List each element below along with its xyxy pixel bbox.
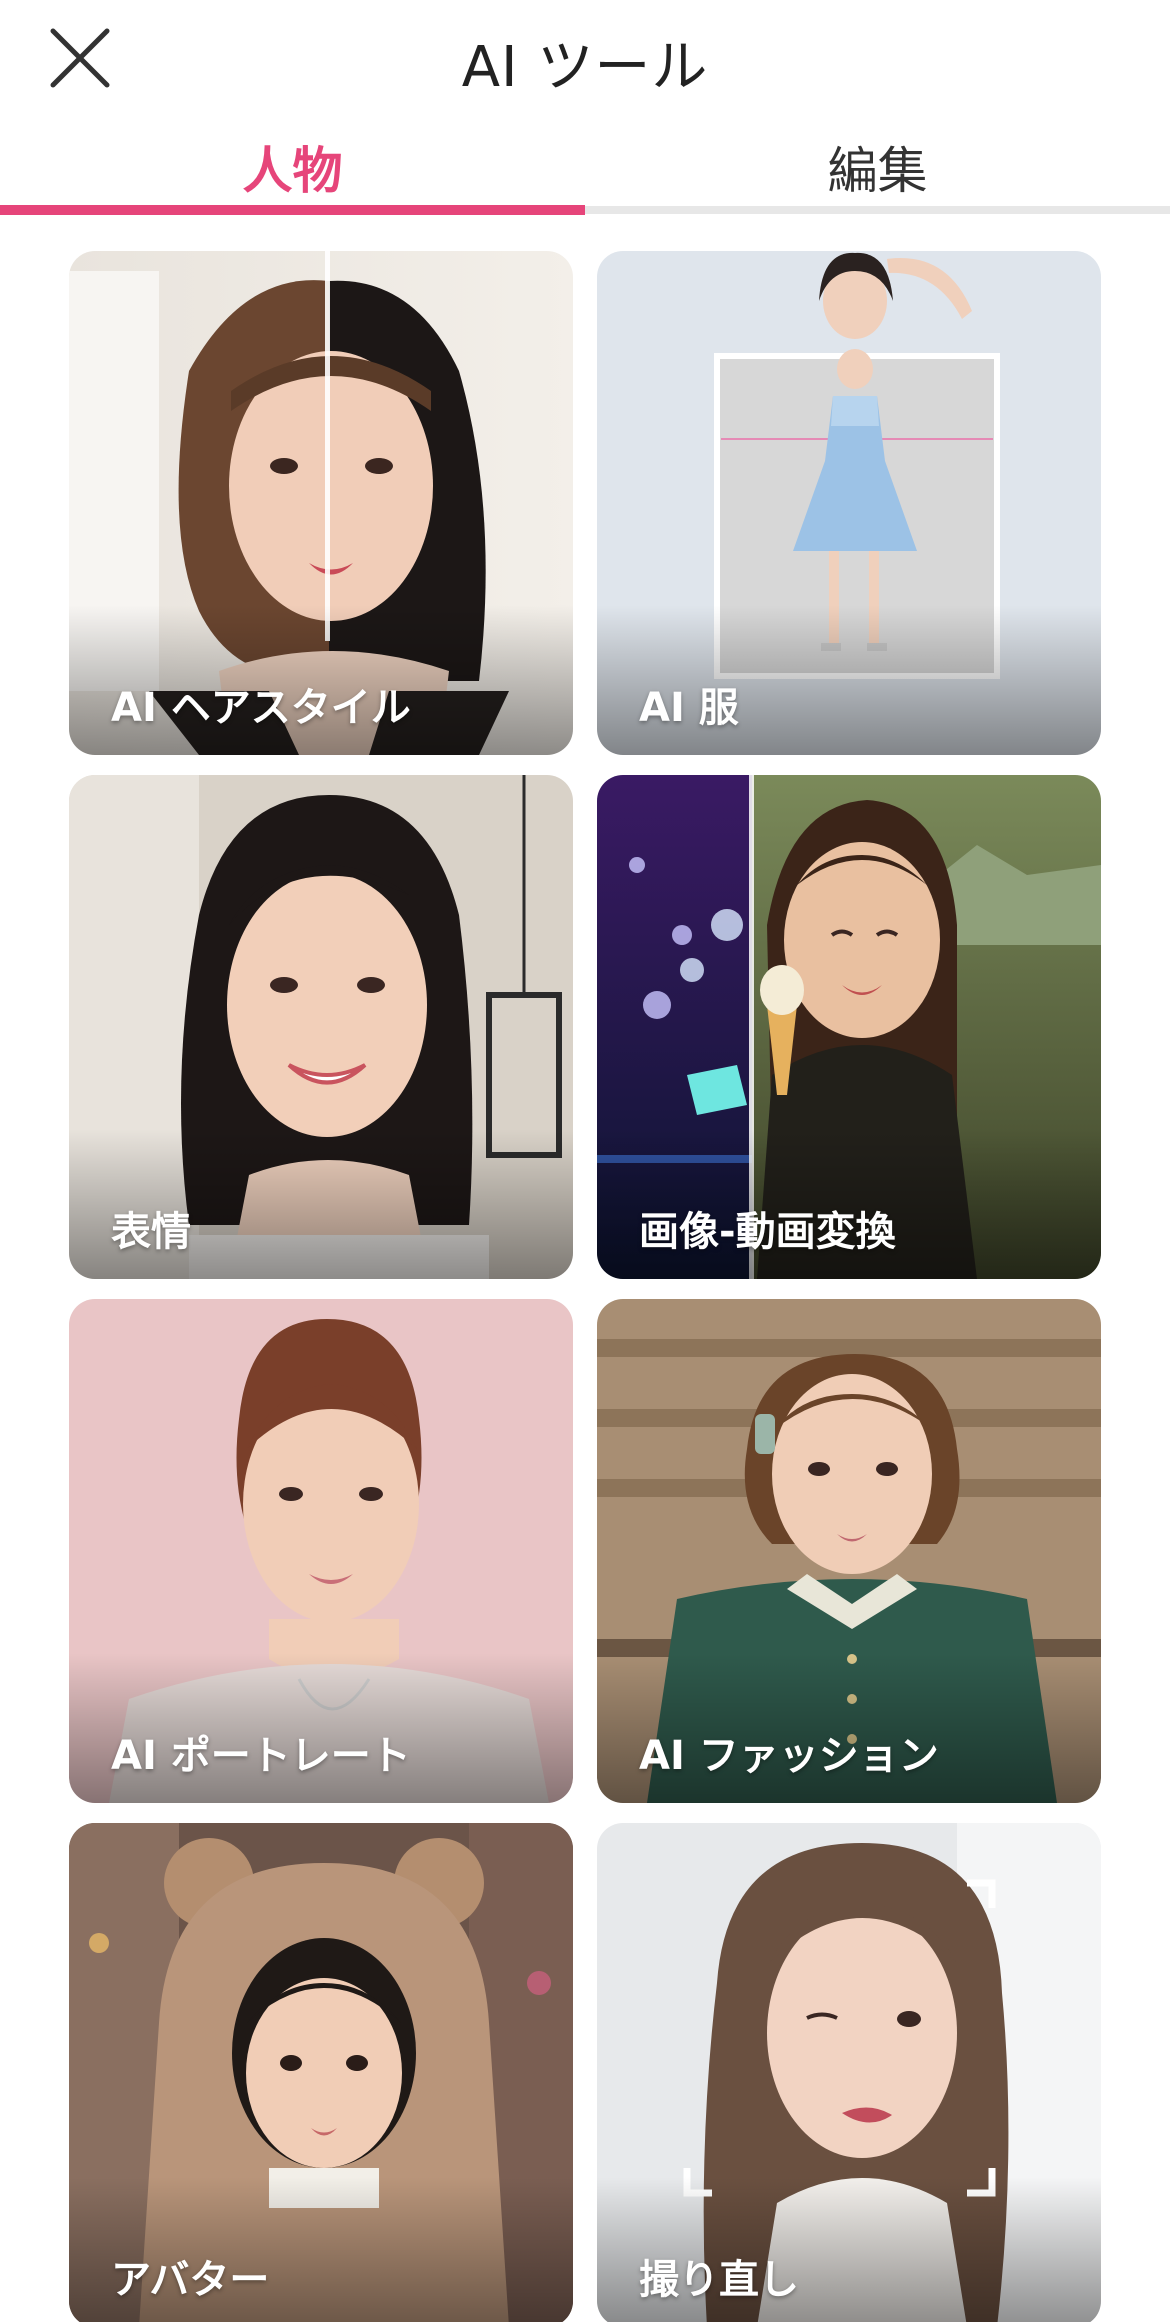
tab-underline-active <box>0 205 585 215</box>
tab-person[interactable]: 人物 <box>0 118 585 215</box>
tab-bar: 人物 編集 <box>0 118 1170 215</box>
tool-card-ai-hairstyle[interactable]: AI ヘアスタイル <box>69 251 573 755</box>
tool-label: AI ファッション <box>639 1733 939 1779</box>
header: AI ツール <box>0 0 1170 118</box>
tool-card-avatar[interactable]: アバター <box>69 1823 573 2322</box>
tool-label: AI 服 <box>639 685 739 731</box>
tool-card-image-to-video[interactable]: 画像-動画変換 <box>597 775 1101 1279</box>
ai-tools-screen: AI ツール 人物 編集 AI ヘアスタイル AI 服 表情 画像-動画変換 A… <box>0 0 1170 2322</box>
tool-label: AI ポートレート <box>111 1733 411 1779</box>
tool-card-ai-fashion[interactable]: AI ファッション <box>597 1299 1101 1803</box>
tool-label: 表情 <box>111 1209 191 1255</box>
tab-edit[interactable]: 編集 <box>585 118 1170 215</box>
tool-label: AI ヘアスタイル <box>111 685 411 731</box>
tool-label: 撮り直し <box>639 2257 799 2303</box>
tool-card-retake[interactable]: 撮り直し <box>597 1823 1101 2322</box>
tool-label: 画像-動画変換 <box>639 1209 896 1255</box>
tool-card-ai-clothes[interactable]: AI 服 <box>597 251 1101 755</box>
tool-label: アバター <box>111 2257 270 2303</box>
tool-card-ai-portrait[interactable]: AI ポートレート <box>69 1299 573 1803</box>
page-title: AI ツール <box>461 35 709 100</box>
tool-card-expression[interactable]: 表情 <box>69 775 573 1279</box>
